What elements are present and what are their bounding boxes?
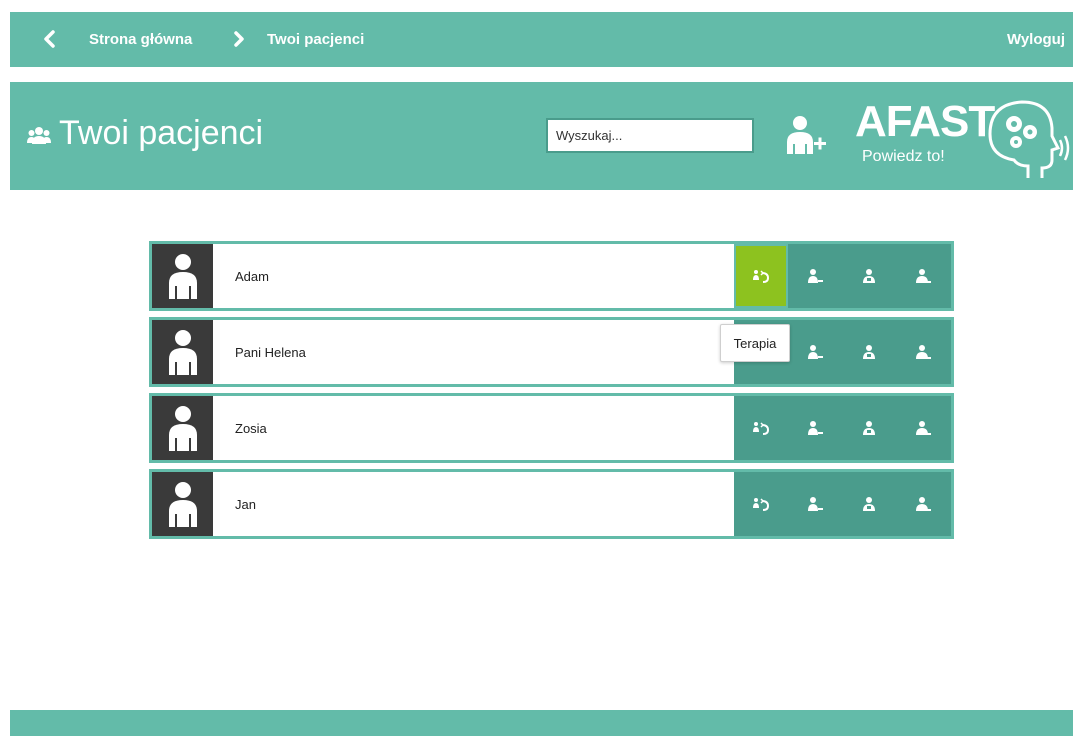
patient-action-2-button[interactable] [788, 472, 842, 536]
patient-row: Pani Helena [149, 317, 954, 387]
patient-action-4-button[interactable] [896, 396, 950, 460]
patient-action-4-button[interactable] [896, 472, 950, 536]
patient-list: Adam Pani Helena Zosia Jan [149, 241, 954, 545]
logo-tagline: Powiedz to! [862, 148, 945, 165]
page-header: Twoi pacjenci AFAST Powiedz to! [10, 82, 1073, 190]
patient-action-3-button[interactable] [842, 320, 896, 384]
patient-action-3-button[interactable] [842, 472, 896, 536]
search-input[interactable] [546, 118, 754, 153]
patient-action-4-button[interactable] [896, 244, 950, 308]
patient-action-3-button[interactable] [842, 396, 896, 460]
therapy-icon [753, 498, 770, 511]
logout-link[interactable]: Wyloguj [1007, 31, 1065, 48]
patient-name[interactable]: Zosia [213, 396, 734, 460]
person-icon [168, 482, 197, 527]
add-patient-icon[interactable] [780, 114, 828, 158]
patient-action-4-button[interactable] [896, 320, 950, 384]
avatar [152, 320, 213, 384]
avatar [152, 396, 213, 460]
person-action-icon [916, 269, 931, 283]
person-action-icon [863, 269, 875, 283]
person-icon [168, 254, 197, 299]
breadcrumb-home[interactable]: Strona główna [89, 31, 192, 48]
therapy-icon [753, 422, 770, 435]
avatar [152, 244, 213, 308]
therapy-button[interactable] [734, 472, 788, 536]
patient-row: Adam [149, 241, 954, 311]
chevron-right-icon [234, 31, 244, 47]
breadcrumb-current: Twoi pacjenci [267, 31, 365, 48]
chevron-left-icon[interactable] [40, 29, 60, 49]
person-action-icon [863, 497, 875, 511]
patient-action-2-button[interactable] [788, 320, 842, 384]
person-action-icon [916, 345, 931, 359]
therapy-button[interactable] [734, 396, 788, 460]
patient-row: Zosia [149, 393, 954, 463]
therapy-tooltip: Terapia [720, 324, 790, 362]
patient-name[interactable]: Adam [213, 244, 734, 308]
avatar [152, 472, 213, 536]
person-icon [168, 330, 197, 375]
therapy-icon [753, 270, 770, 283]
person-action-icon [916, 497, 931, 511]
person-action-icon [808, 345, 823, 359]
person-action-icon [916, 421, 931, 435]
group-users-icon [27, 127, 51, 144]
person-action-icon [808, 497, 823, 511]
person-action-icon [863, 421, 875, 435]
patient-action-3-button[interactable] [842, 244, 896, 308]
patient-action-2-button[interactable] [788, 244, 842, 308]
speaking-head-gears-icon [988, 100, 1070, 178]
page-title: Twoi pacjenci [59, 114, 264, 152]
page-footer [10, 710, 1073, 736]
patient-action-2-button[interactable] [788, 396, 842, 460]
patient-name[interactable]: Pani Helena [213, 320, 734, 384]
patient-row: Jan [149, 469, 954, 539]
person-icon [168, 406, 197, 451]
therapy-button[interactable] [734, 244, 788, 308]
patient-name[interactable]: Jan [213, 472, 734, 536]
person-action-icon [863, 345, 875, 359]
person-action-icon [808, 421, 823, 435]
person-action-icon [808, 269, 823, 283]
top-navigation-bar: Strona główna Twoi pacjenci Wyloguj [10, 12, 1073, 67]
